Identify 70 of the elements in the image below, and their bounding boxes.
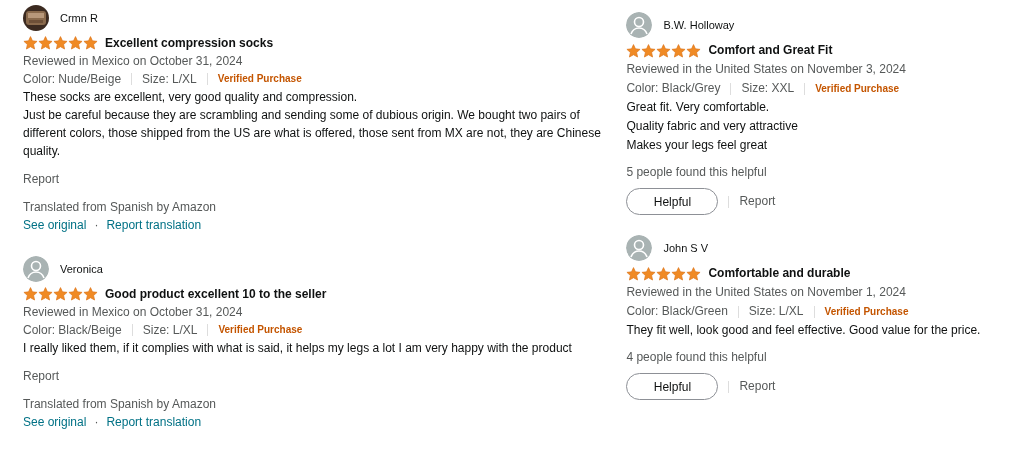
- verified-purchase: Verified Purchase: [218, 323, 303, 337]
- user-avatar-icon: [626, 12, 653, 38]
- size-option: Size: L/XL: [142, 321, 198, 339]
- review-date: Reviewed in Mexico on October 31, 2024: [23, 53, 244, 70]
- color-option: Color: Black/Green: [626, 302, 728, 321]
- review-title: Excellent compression socks: [105, 35, 274, 52]
- helpful-button[interactable]: Helpful: [626, 188, 719, 215]
- star-icon: [671, 266, 687, 281]
- star-icon: [83, 36, 98, 50]
- review-text: These socks are excellent, very good quality and compression.: [23, 89, 359, 106]
- review-text: I really liked them, if it complies with what is said, it helps my legs a lot I am very happy with the product: [23, 340, 573, 357]
- star-icon: [53, 287, 68, 301]
- translation-note: Translated from Spanish by Amazon: [23, 396, 217, 413]
- separator-dot: ·: [94, 217, 99, 234]
- reviewer-name: John S V: [663, 240, 709, 256]
- star-icon: [23, 36, 38, 50]
- star-icon: [38, 287, 53, 301]
- report-translation-link[interactable]: Report translation: [106, 413, 202, 431]
- report-link[interactable]: Report: [23, 367, 605, 385]
- star-icon: [671, 43, 687, 58]
- star-icon: [68, 287, 83, 301]
- review-date: Reviewed in Mexico on October 31, 2024: [23, 304, 244, 321]
- review-text: Just be careful because they are scrambling and sending some of dubious origin. We bought two pairs of different colors, those shipped from the US are what is offered, those sent from MX are not, they are Chinese quality.: [23, 107, 602, 160]
- report-link[interactable]: Report: [739, 192, 776, 211]
- see-original-link[interactable]: See original: [23, 413, 87, 431]
- star-icon: [686, 43, 702, 58]
- star-icon: [641, 266, 657, 281]
- star-icon: [656, 266, 672, 281]
- star-icon: [626, 43, 642, 58]
- reviewer-name: B.W. Holloway: [663, 17, 735, 33]
- user-avatar-icon: [626, 235, 653, 261]
- verified-purchase: Verified Purchase: [217, 72, 302, 86]
- user-avatar-icon: [23, 256, 49, 282]
- color-option: Color: Black/Grey: [626, 79, 721, 98]
- helpful-button[interactable]: Helpful: [626, 373, 719, 400]
- star-icon: [656, 43, 672, 58]
- see-original-link[interactable]: See original: [23, 216, 87, 234]
- reviewer-name: Crmn R: [60, 11, 98, 26]
- size-option: Size: XXL: [741, 79, 795, 98]
- verified-purchase: Verified Purchase: [824, 305, 909, 319]
- helpful-count: 4 people found this helpful: [626, 349, 768, 366]
- size-option: Size: L/XL: [748, 302, 804, 321]
- review-text: Great fit. Very comfortable.: [626, 99, 771, 116]
- separator-dot: ·: [94, 414, 99, 431]
- verified-purchase: Verified Purchase: [815, 82, 900, 96]
- size-option: Size: L/XL: [142, 70, 197, 88]
- review-title: Good product excellent 10 to the seller: [105, 286, 327, 303]
- review-date: Reviewed in the United States on November 3, 2024: [626, 61, 907, 78]
- review-text: Quality fabric and very attractive: [626, 118, 799, 135]
- review-text: Makes your legs feel great: [626, 137, 769, 154]
- color-option: Color: Black/Beige: [23, 321, 122, 339]
- star-icon: [68, 36, 83, 50]
- review-title: Comfortable and durable: [708, 265, 851, 282]
- review-date: Reviewed in the United States on November 1, 2024: [626, 284, 907, 301]
- star-icon: [38, 36, 53, 50]
- helpful-count: 5 people found this helpful: [626, 164, 768, 181]
- star-icon: [626, 266, 642, 281]
- star-icon: [686, 266, 702, 281]
- star-icon: [53, 36, 68, 50]
- reviewer-name: Veronica: [60, 262, 103, 277]
- report-link[interactable]: Report: [23, 170, 605, 188]
- star-icon: [83, 287, 98, 301]
- report-translation-link[interactable]: Report translation: [106, 216, 202, 234]
- translation-note: Translated from Spanish by Amazon: [23, 199, 217, 216]
- color-option: Color: Nude/Beige: [23, 70, 122, 88]
- star-icon: [23, 287, 38, 301]
- star-icon: [641, 43, 657, 58]
- review-text: They fit well, look good and feel effective. Good value for the price.: [626, 322, 982, 339]
- report-link[interactable]: Report: [739, 377, 776, 396]
- review-title: Comfort and Great Fit: [708, 42, 833, 59]
